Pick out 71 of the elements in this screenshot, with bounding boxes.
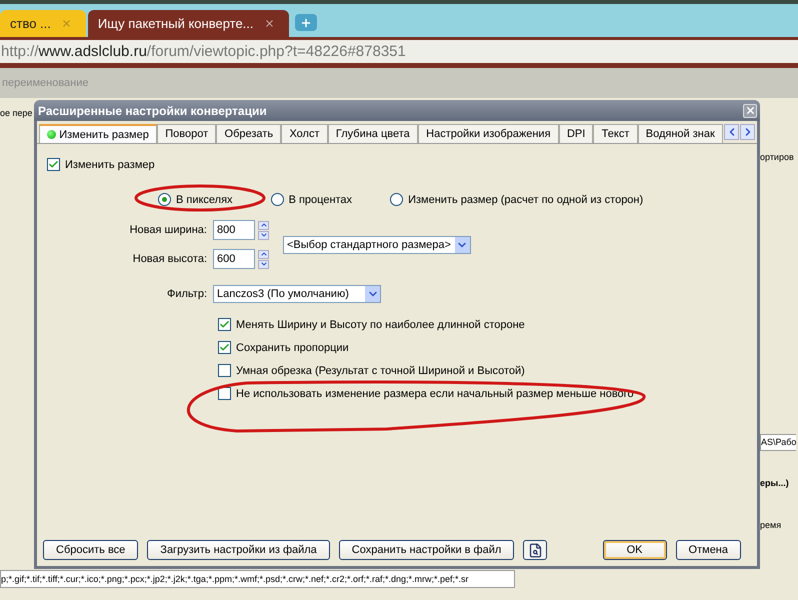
spin-up-button[interactable] bbox=[258, 220, 269, 230]
scroll-left-button[interactable] bbox=[724, 124, 739, 140]
checkbox-label: Сохранить пропорции bbox=[236, 342, 349, 354]
browser-tab[interactable]: ство ... bbox=[0, 10, 86, 37]
field-label: Новая высота: bbox=[132, 253, 207, 265]
radio-button[interactable] bbox=[158, 193, 171, 206]
tab-title: Ищу пакетный конверте... bbox=[98, 16, 254, 31]
checkbox[interactable] bbox=[218, 387, 231, 400]
filter-combo[interactable]: p;*.gif;*.tif;*.tiff;*.cur;*.ico;*.png;*.pcx;*.jp2;*.j2k;*.tga;*.ppm;*.wmf;*.psd;*.crw;*.nef;*.cr2;*.orf;*.raf;*.dng;*.mrw;*.pef;*.sr bbox=[0, 570, 515, 588]
chevron-down-icon bbox=[260, 260, 268, 268]
cancel-button[interactable]: Отмена bbox=[676, 540, 741, 560]
radio-button[interactable] bbox=[390, 193, 404, 206]
label-text: еры...) bbox=[760, 478, 789, 488]
scroll-right-button[interactable] bbox=[740, 124, 755, 140]
checkbox[interactable] bbox=[218, 364, 231, 377]
tab-title: ство ... bbox=[10, 16, 51, 31]
radio-label: В процентах bbox=[288, 194, 352, 206]
checkbox[interactable] bbox=[218, 318, 231, 331]
plus-icon bbox=[300, 16, 312, 28]
size-preset-dropdown[interactable]: <Выбор стандартного размера> bbox=[283, 236, 471, 254]
radio-button[interactable] bbox=[270, 193, 284, 206]
close-button[interactable] bbox=[743, 104, 757, 118]
checkbox-label: Умная обрезка (Результат с точной Шириной и Высотой) bbox=[236, 364, 525, 376]
ok-button[interactable]: OK bbox=[602, 540, 667, 560]
field-label: Фильтр: bbox=[166, 288, 207, 300]
preview-button[interactable] bbox=[523, 540, 548, 560]
spin-up-button[interactable] bbox=[258, 250, 269, 258]
tab[interactable]: Обрезать bbox=[216, 124, 282, 143]
checkbox[interactable] bbox=[47, 158, 60, 171]
number-field[interactable]: 600 bbox=[213, 249, 255, 269]
number-field[interactable]: 800 bbox=[213, 220, 255, 240]
filter-dropdown[interactable]: Lanczos3 (По умолчанию) bbox=[213, 285, 381, 303]
action-button[interactable]: Сбросить все bbox=[43, 540, 138, 560]
action-button[interactable]: Загрузить настройки из файла bbox=[147, 540, 330, 560]
radio-label: Изменить размер (расчет по одной из сторон) bbox=[408, 194, 644, 206]
browser-tab[interactable]: Ищу пакетный конверте... bbox=[88, 10, 289, 37]
checkbox[interactable] bbox=[218, 341, 231, 354]
checkbox-label: Менять Ширину и Высоту по наиболее длинной стороне bbox=[236, 318, 525, 330]
action-button[interactable]: Сохранить настройки в файл bbox=[338, 540, 514, 560]
spin-down-button[interactable] bbox=[258, 230, 269, 240]
check-icon bbox=[219, 342, 230, 353]
radio-label: В пикселях bbox=[176, 194, 233, 206]
tab[interactable]: Настройки изображения bbox=[418, 124, 559, 143]
chevron-up-icon bbox=[260, 250, 268, 258]
chevron-down-icon bbox=[260, 231, 268, 239]
address-bar[interactable]: http://www.adslclub.ru/forum/viewtopic.php?t=48226#878351 bbox=[0, 37, 798, 68]
checkbox-label: Изменить размер bbox=[65, 158, 155, 170]
path-field[interactable]: AS\Рабо bbox=[760, 434, 796, 450]
new-tab-button[interactable] bbox=[294, 14, 317, 31]
tab[interactable]: DPI bbox=[558, 124, 594, 143]
spin-down-button[interactable] bbox=[258, 260, 269, 268]
check-icon bbox=[48, 159, 59, 170]
section-header: переименование bbox=[0, 68, 798, 98]
status-dot-icon bbox=[47, 130, 56, 139]
tab[interactable]: Поворот bbox=[157, 124, 216, 143]
column-header: ортиров bbox=[760, 152, 794, 162]
close-icon[interactable] bbox=[264, 18, 275, 29]
tab[interactable]: Текст bbox=[593, 124, 638, 143]
check-icon bbox=[219, 319, 230, 330]
tab[interactable]: Водяной знак bbox=[638, 124, 723, 143]
label-text: ремя bbox=[760, 520, 782, 530]
label-text: ое пере bbox=[0, 108, 32, 118]
field-label: Новая ширина: bbox=[128, 224, 207, 236]
tab[interactable]: Холст bbox=[281, 124, 328, 143]
dialog-title: Расширенные настройки конвертации bbox=[38, 104, 267, 118]
tab[interactable]: Изменить размер bbox=[39, 124, 158, 143]
close-icon bbox=[744, 105, 756, 116]
chevron-up-icon bbox=[260, 221, 268, 229]
url-text: http://www.adslclub.ru/forum/viewtopic.php?t=48226#878351 bbox=[1, 43, 406, 60]
tab[interactable]: Глубина цвета bbox=[328, 124, 418, 143]
search-icon bbox=[528, 542, 543, 558]
